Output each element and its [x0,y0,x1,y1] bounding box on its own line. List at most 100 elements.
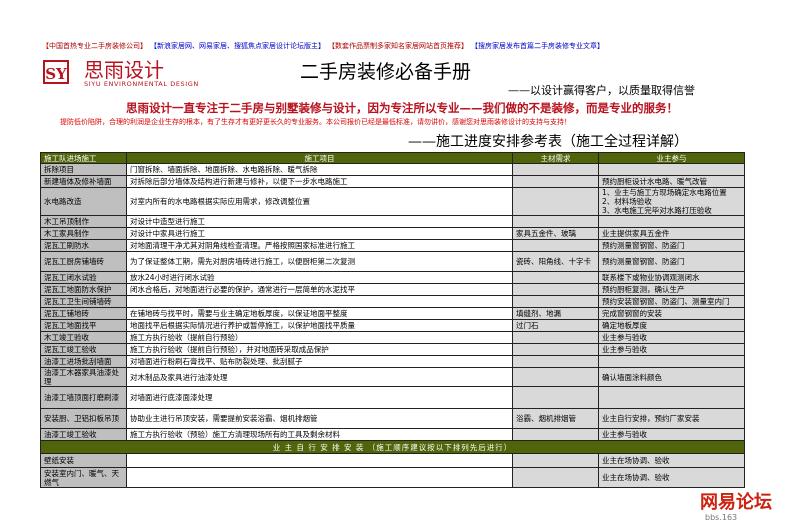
row-owner-cell: 业主参与验收 [598,428,745,441]
table-row: 安装厨、卫铝扣板吊顶 协助业主进行吊顶安装，需要提前安装浴霸、烟机排烟管 浴霸、烟机… [40,408,745,429]
row-owner-cell [598,386,745,409]
table-row: 油漆工竣工验收 施工方执行验收（预验）施工方清理现场所有的工具及剩余材料 业主参与验… [40,428,745,441]
row-owner-cell: 确定地板厚度 [598,319,745,332]
table-row: 泥瓦工竣工验收 施工方执行验收（提前自行预验），并对地面砖采取成品保护 业主参与验收 [40,343,745,356]
row-material-cell [512,215,599,228]
row-owner-cell [598,163,745,176]
row-stage-cell: 泥瓦工卫生间铺墙砖 [40,295,127,308]
table-row: 油漆工进场批刮墙面 对墙面进行粉刷石膏找平、贴布防裂处理、批刮腻子 [40,355,745,368]
row-material-cell [512,187,599,216]
top-link-2[interactable]: 【新浪家居网、网易家居、搜狐焦点家居设计论坛版主】 [150,40,325,52]
brand-name: 思雨设计 [84,58,164,82]
row-project-cell: 地面找平后根据实际情况进行养护或暂停施工，以保护地面找平质量 [126,319,513,332]
row-material-cell: 过门石 [512,319,599,332]
warning-text: 提防低价陷阱，合理的利润是企业生存的根本，有了生存才有更好更长久的专业服务。本公… [60,118,571,126]
intro-text: 思雨设计一直专注于二手房与别墅装修与设计，因为专注所以专业——我们做的不是装修，… [126,101,678,115]
row-project-cell: 闭水合格后，对地面进行必要的保护，通常进行一层简单的水泥找平 [126,283,513,296]
row-owner-cell: 业主自行安排，预约厂家安装 [598,408,745,429]
row-project-cell [126,467,513,488]
row-stage-cell: 泥瓦工地面找平 [40,319,127,332]
row-owner-cell [598,355,745,368]
row-material-cell [512,175,599,188]
row-project-cell: 对设计中家具进行施工 [126,227,513,240]
row-material-cell [512,283,599,296]
row-stage-cell: 油漆工进场批刮墙面 [40,355,127,368]
table-row: 安装室内门、暖气、天燃气 业主在场协调、验收 [40,467,745,488]
row-material-cell [512,386,599,409]
row-project-cell: 为了保证整体工期，需先对厨房墙砖进行施工，以便厨柜第二次复测 [126,251,513,272]
page-title: 二手房装修必备手册 [300,61,472,83]
table-row: 壁纸安装 业主在场协调、验收 [40,453,745,468]
header-material: 主材需求 [512,152,599,164]
row-owner-cell: 完成窗钢窗的安装 [598,307,745,320]
row-project-cell: 施工方执行验收（预验）施工方清理现场所有的工具及剩余材料 [126,428,513,441]
row-project-cell [126,295,513,308]
row-project-cell: 门窗拆除、墙面拆除、地面拆除、水电路拆除、暖气拆除 [126,163,513,176]
row-material-cell: 瓷砖、阳角线、十字卡 [512,251,599,272]
top-link-4[interactable]: 【搜房家居发布首篇二手房装修专业文章】 [471,40,604,52]
section-row: 业 主 自 行 安 排 安 装 （施工顺序建议按以下排列先后进行） [40,440,745,454]
row-material-cell [512,428,599,441]
row-project-cell: 对室内所有的水电路根据实际应用需求，修改调整位置 [126,187,513,216]
row-stage-cell: 壁纸安装 [40,453,127,468]
row-owner-cell: 业主在场协调、验收 [598,467,745,488]
row-owner-cell: 预约厨柜设计水电路、暖气改管 [598,175,745,188]
row-material-cell [512,239,599,252]
table-row: 泥瓦工卫生间铺墙砖 预约安装窗钢窗、防盗门、测量室内门 [40,295,745,308]
row-owner-cell: 业主在场协调、验收 [598,453,745,468]
row-stage-cell: 水电路改造 [40,187,127,216]
row-project-cell: 对地面清理干净尤其对阴角线检查清理。严格按照国家标准进行施工 [126,239,513,252]
row-owner-cell: 预约厨柜复测，确认生产 [598,283,745,296]
table-row: 油漆工木器家具油漆处理 对木制品及家具进行油漆处理 确认墙面涂料颜色 [40,367,745,387]
table-row: 泥瓦工铺地砖 在铺地砖与找平时，需要与业主确定地板厚度，以保证地面平整度 填缝剂、地… [40,307,745,320]
row-stage-cell: 油漆工木器家具油漆处理 [40,367,127,387]
row-material-cell [512,331,599,344]
row-project-cell: 施工方执行验收（提前自行预验），并对地面砖采取成品保护 [126,343,513,356]
row-material-cell [512,163,599,176]
top-link-3[interactable]: 【数套作品票制多家知名家居网站首页推荐】 [328,40,468,52]
table-row: 泥瓦工地面找平 地面找平后根据实际情况进行养护或暂停施工，以保护地面找平质量 过门石… [40,319,745,332]
brand-name-en: SIYU ENVIRONMENTAL DESIGN [84,80,199,88]
row-stage-cell: 新建墙体及修补墙面 [40,175,127,188]
row-owner-cell: 预约测量窗钢窗、防盗门 [598,239,745,252]
slogan: ——以设计赢得客户，以质量取得信誉 [508,84,695,97]
row-project-cell: 在铺地砖与找平时，需要与业主确定地板厚度，以保证地面平整度 [126,307,513,320]
row-material-cell [512,453,599,468]
table-row: 拆除项目 门窗拆除、墙面拆除、地面拆除、水电路拆除、暖气拆除 [40,163,745,176]
section-heading: 业 主 自 行 安 排 安 装 （施工顺序建议按以下排列先后进行） [40,440,745,454]
row-stage-cell: 泥瓦工竣工验收 [40,343,127,356]
row-material-cell: 家具五金件、玻璃 [512,227,599,240]
top-link-1[interactable]: 【中国首热专业二手房装修公司】 [42,40,147,52]
table-row: 水电路改造 对室内所有的水电路根据实际应用需求，修改调整位置 1、业主与施工方现场确… [40,187,745,216]
row-stage-cell: 安装室内门、暖气、天燃气 [40,467,127,488]
row-project-cell: 对墙面进行粉刷石膏找平、贴布防裂处理、批刮腻子 [126,355,513,368]
table-row: 新建墙体及修补墙面 对拆除后部分墙体及结构进行新建与修补，以便下一步水电路施工 预约… [40,175,745,188]
row-material-cell [512,367,599,387]
row-owner-cell: 业主参与验收 [598,343,745,356]
row-owner-cell: 业主参与验收 [598,331,745,344]
table-row: 泥瓦工刷防水 对地面清理干净尤其对阴角线检查清理。严格按照国家标准进行施工 预约测量… [40,239,745,252]
row-material-cell [512,295,599,308]
row-stage-cell: 泥瓦工厨房铺墙砖 [40,251,127,272]
row-owner-cell: 确认墙面涂料颜色 [598,367,745,387]
row-stage-cell: 木工竣工验收 [40,331,127,344]
header-project: 施工项目 [126,152,513,164]
row-project-cell: 施工方执行验收（提前自行预验） [126,331,513,344]
row-material-cell [512,355,599,368]
row-owner-cell [598,215,745,228]
row-material-cell [512,467,599,488]
top-link-bar: 【中国首热专业二手房装修公司】 【新浪家居网、网易家居、搜狐焦点家居设计论坛版主】… [42,40,762,52]
row-project-cell: 放水24小时进行闭水试验 [126,271,513,284]
row-stage-cell: 油漆工墙顶面打磨刷漆 [40,386,127,409]
row-project-cell: 对设计中造型进行施工 [126,215,513,228]
row-owner-cell: 1、业主与施工方现场确定水电路位置 2、材料场验收 3、水电施工完毕对水路打压验收 [598,187,745,216]
row-owner-cell: 业主提供家具五金件 [598,227,745,240]
header-owner: 业主参与 [598,152,745,164]
row-stage-cell: 木工吊顶制作 [40,215,127,228]
table-row: 木工家具制作 对设计中家具进行施工 家具五金件、玻璃 业主提供家具五金件 [40,227,745,240]
table-row: 泥瓦工闭水试验 放水24小时进行闭水试验 联系楼下或物业协调观测闭水 [40,271,745,284]
row-stage-cell: 泥瓦工闭水试验 [40,271,127,284]
row-stage-cell: 泥瓦工铺地砖 [40,307,127,320]
row-material-cell [512,271,599,284]
row-stage-cell: 油漆工竣工验收 [40,428,127,441]
